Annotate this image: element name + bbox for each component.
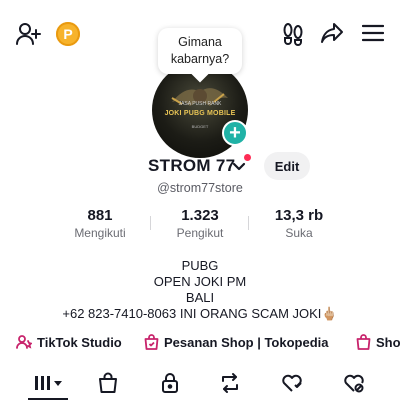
repost-icon bbox=[222, 373, 238, 393]
username: @strom77store bbox=[157, 181, 243, 195]
stat-following-value: 881 bbox=[87, 207, 113, 224]
shop-bag-icon bbox=[99, 372, 117, 393]
stat-likes-value: 13,3 rb bbox=[274, 207, 324, 224]
bio-line: BALI bbox=[185, 290, 215, 305]
shop-link[interactable]: Sho bbox=[356, 334, 400, 350]
tiktok-studio-label: TikTok Studio bbox=[37, 334, 122, 350]
avatar-subtitle: JASA PUSH RANK bbox=[178, 101, 222, 107]
tab-videos[interactable] bbox=[28, 370, 68, 396]
tab-private[interactable] bbox=[150, 370, 190, 396]
tab-liked[interactable] bbox=[334, 370, 374, 396]
shop-orders-link[interactable]: Pesanan Shop | Tokopedia bbox=[144, 334, 328, 350]
avatar-title: JOKI PUBG MOBILE bbox=[164, 110, 236, 117]
edit-profile-button[interactable]: Edit bbox=[264, 152, 310, 180]
stat-followers-value: 1.323 bbox=[181, 207, 219, 224]
greeting-line-2: kabarnya? bbox=[170, 52, 230, 66]
tab-favorites[interactable] bbox=[272, 370, 312, 396]
chevron-down-icon[interactable] bbox=[232, 160, 246, 178]
stat-following[interactable]: 881 Mengikuti bbox=[50, 207, 150, 240]
stat-followers-label: Pengikut bbox=[176, 226, 224, 240]
add-story-button[interactable]: + bbox=[222, 120, 248, 146]
shop-bag-icon bbox=[356, 334, 371, 350]
display-name-text: STROM 77 bbox=[148, 156, 236, 175]
lock-icon bbox=[162, 373, 178, 393]
stat-likes-label: Suka bbox=[285, 226, 313, 240]
coin-icon[interactable]: P bbox=[56, 22, 80, 46]
profile-tabs bbox=[0, 370, 400, 400]
stat-likes[interactable]: 13,3 rb Suka bbox=[249, 207, 349, 240]
greeting-bubble[interactable]: Gimana kabarnya? bbox=[158, 28, 242, 74]
tab-shop[interactable] bbox=[88, 370, 128, 396]
stat-followers[interactable]: 1.323 Pengikut bbox=[150, 207, 250, 240]
stat-following-label: Mengikuti bbox=[74, 226, 126, 240]
menu-icon[interactable] bbox=[362, 24, 384, 42]
footprints-icon[interactable] bbox=[282, 22, 304, 46]
profile-links-row: TikTok Studio Pesanan Shop | Tokopedia S… bbox=[0, 334, 400, 352]
bio: PUBG OPEN JOKI PM BALI +62 823-7410-8063… bbox=[0, 258, 400, 322]
tab-reposts[interactable] bbox=[210, 370, 250, 396]
liked-hidden-icon bbox=[344, 374, 364, 393]
bio-line: +62 823-7410-8063 INI ORANG SCAM JOKI🖕🏼 bbox=[62, 306, 338, 321]
tiktok-studio-link[interactable]: TikTok Studio bbox=[16, 334, 122, 350]
plus-icon: + bbox=[229, 122, 241, 144]
bio-line: OPEN JOKI PM bbox=[153, 274, 247, 289]
add-friend-icon[interactable] bbox=[16, 22, 42, 46]
share-icon[interactable] bbox=[320, 22, 344, 44]
grid-videos-icon bbox=[35, 376, 62, 390]
shop-orders-label: Pesanan Shop | Tokopedia bbox=[164, 334, 329, 350]
shop-label: Sho bbox=[376, 334, 400, 350]
greeting-line-1: Gimana bbox=[178, 35, 222, 49]
shop-bag-icon bbox=[144, 334, 159, 350]
favorites-icon bbox=[282, 374, 302, 392]
display-name[interactable]: STROM 77 bbox=[148, 156, 235, 176]
creator-person-icon bbox=[16, 335, 32, 349]
bio-line: PUBG bbox=[181, 258, 219, 273]
